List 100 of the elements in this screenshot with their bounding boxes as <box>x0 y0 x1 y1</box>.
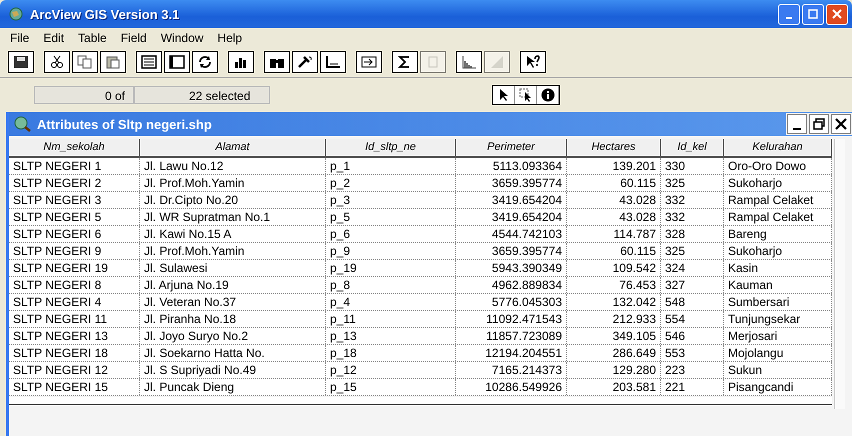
table-cell: Kasin <box>724 260 832 276</box>
table-cell: SLTP NEGERI 4 <box>9 294 140 310</box>
column-header[interactable]: Kelurahan <box>724 139 832 156</box>
panel-icon <box>169 55 185 69</box>
column-header[interactable]: Id_sltp_ne <box>326 139 456 156</box>
paste-icon <box>105 55 121 69</box>
table-cell: 3419.654204 <box>456 192 567 208</box>
column-header[interactable]: Nm_sekolah <box>9 139 140 156</box>
table-window-title: Attributes of Sltp negeri.shp <box>37 116 213 132</box>
table-cell: Jl. S Supriyadi No.49 <box>140 362 326 378</box>
chart-icon <box>233 55 249 69</box>
table-cell: Jl. Piranha No.18 <box>140 311 326 327</box>
toolbar-button[interactable] <box>8 51 34 73</box>
minimize-button[interactable] <box>787 114 807 134</box>
save-icon <box>13 55 29 69</box>
table-cell: SLTP NEGERI 15 <box>9 379 140 395</box>
table-cell: 43.028 <box>567 192 661 208</box>
menu-item[interactable]: Help <box>217 31 242 48</box>
table-cell: SLTP NEGERI 3 <box>9 192 140 208</box>
menu-item[interactable]: File <box>10 31 30 48</box>
toolbar-button[interactable] <box>192 51 218 73</box>
vertical-scrollbar[interactable] <box>834 139 845 409</box>
record-count: 0 of <box>34 86 134 104</box>
cut-icon <box>49 55 65 69</box>
table-cell: Jl. Veteran No.37 <box>140 294 326 310</box>
tool-button[interactable] <box>493 86 515 104</box>
table-cell: 4962.889834 <box>456 277 567 293</box>
close-button[interactable] <box>831 114 851 134</box>
toolbar-button[interactable] <box>136 51 162 73</box>
toolbar-button[interactable] <box>228 51 254 73</box>
table-cell: SLTP NEGERI 12 <box>9 362 140 378</box>
table-cell: 330 <box>661 158 724 174</box>
table-cell: 129.280 <box>567 362 661 378</box>
table-cell: 11092.471543 <box>456 311 567 327</box>
table-cell: 324 <box>661 260 724 276</box>
table-cell: 546 <box>661 328 724 344</box>
table-cell: 221 <box>661 379 724 395</box>
table-cell: Sukoharjo <box>724 243 832 259</box>
table-cell: Sukun <box>724 362 832 378</box>
close-icon <box>835 118 847 130</box>
menu-item[interactable]: Edit <box>43 31 64 48</box>
close-icon <box>832 9 842 19</box>
column-header[interactable]: Hectares <box>567 139 661 156</box>
table-cell: Pisangcandi <box>724 379 832 395</box>
column-header[interactable]: Id_kel <box>661 139 724 156</box>
table-cell: 554 <box>661 311 724 327</box>
table-cell: 327 <box>661 277 724 293</box>
tool-button[interactable] <box>515 86 537 104</box>
table-cell: SLTP NEGERI 11 <box>9 311 140 327</box>
table-cell: 10286.549926 <box>456 379 567 395</box>
table-cell: Jl. Dr.Cipto No.20 <box>140 192 326 208</box>
toolbar-button[interactable] <box>320 51 346 73</box>
table-cell: 332 <box>661 209 724 225</box>
help-icon <box>525 55 541 69</box>
restore-button[interactable] <box>809 114 829 134</box>
table-cell: 4544.742103 <box>456 226 567 242</box>
menu-item[interactable]: Table <box>78 31 107 48</box>
table-cell: 223 <box>661 362 724 378</box>
toolbar-button[interactable] <box>164 51 190 73</box>
toolbar-button[interactable] <box>456 51 482 73</box>
toolbar-button[interactable] <box>264 51 290 73</box>
magnifier-icon <box>13 116 31 132</box>
minimize-icon <box>793 128 801 130</box>
join-icon <box>361 55 377 69</box>
table-cell: 60.115 <box>567 243 661 259</box>
table-icon <box>141 55 157 69</box>
toolbar-button[interactable] <box>100 51 126 73</box>
table-cell: SLTP NEGERI 13 <box>9 328 140 344</box>
maximize-icon <box>808 9 818 19</box>
minimize-icon <box>786 17 792 19</box>
table-cell: 349.105 <box>567 328 661 344</box>
table-cell: Jl. Joyo Suryo No.2 <box>140 328 326 344</box>
toolbar-button[interactable] <box>520 51 546 73</box>
toolbar-button[interactable] <box>356 51 382 73</box>
menu-item[interactable]: Window <box>160 31 204 48</box>
column-header[interactable]: Perimeter <box>456 139 567 156</box>
tool-button[interactable] <box>537 86 559 104</box>
table-cell: p_19 <box>326 260 456 276</box>
selection-count: 22 selected <box>134 86 270 104</box>
table-cell: 3659.395774 <box>456 243 567 259</box>
table-cell: 3419.654204 <box>456 209 567 225</box>
table-cell: Merjosari <box>724 328 832 344</box>
column-header[interactable]: Alamat <box>140 139 326 156</box>
table-cell: p_11 <box>326 311 456 327</box>
toolbar-button[interactable] <box>392 51 418 73</box>
horizontal-scrollbar[interactable] <box>9 397 832 405</box>
table-cell: Rampal Celaket <box>724 192 832 208</box>
toolbar-button[interactable] <box>292 51 318 73</box>
table-cell: Sumbersari <box>724 294 832 310</box>
table-cell: 60.115 <box>567 175 661 191</box>
maximize-button[interactable] <box>802 4 824 24</box>
toolbar-button[interactable] <box>44 51 70 73</box>
table-cell: 325 <box>661 243 724 259</box>
table-cell: 43.028 <box>567 209 661 225</box>
toolbar-button[interactable] <box>72 51 98 73</box>
table-cell: 139.201 <box>567 158 661 174</box>
table-cell: SLTP NEGERI 8 <box>9 277 140 293</box>
menu-item[interactable]: Field <box>120 31 147 48</box>
globe-icon <box>8 6 24 22</box>
table-cell: 114.787 <box>567 226 661 242</box>
